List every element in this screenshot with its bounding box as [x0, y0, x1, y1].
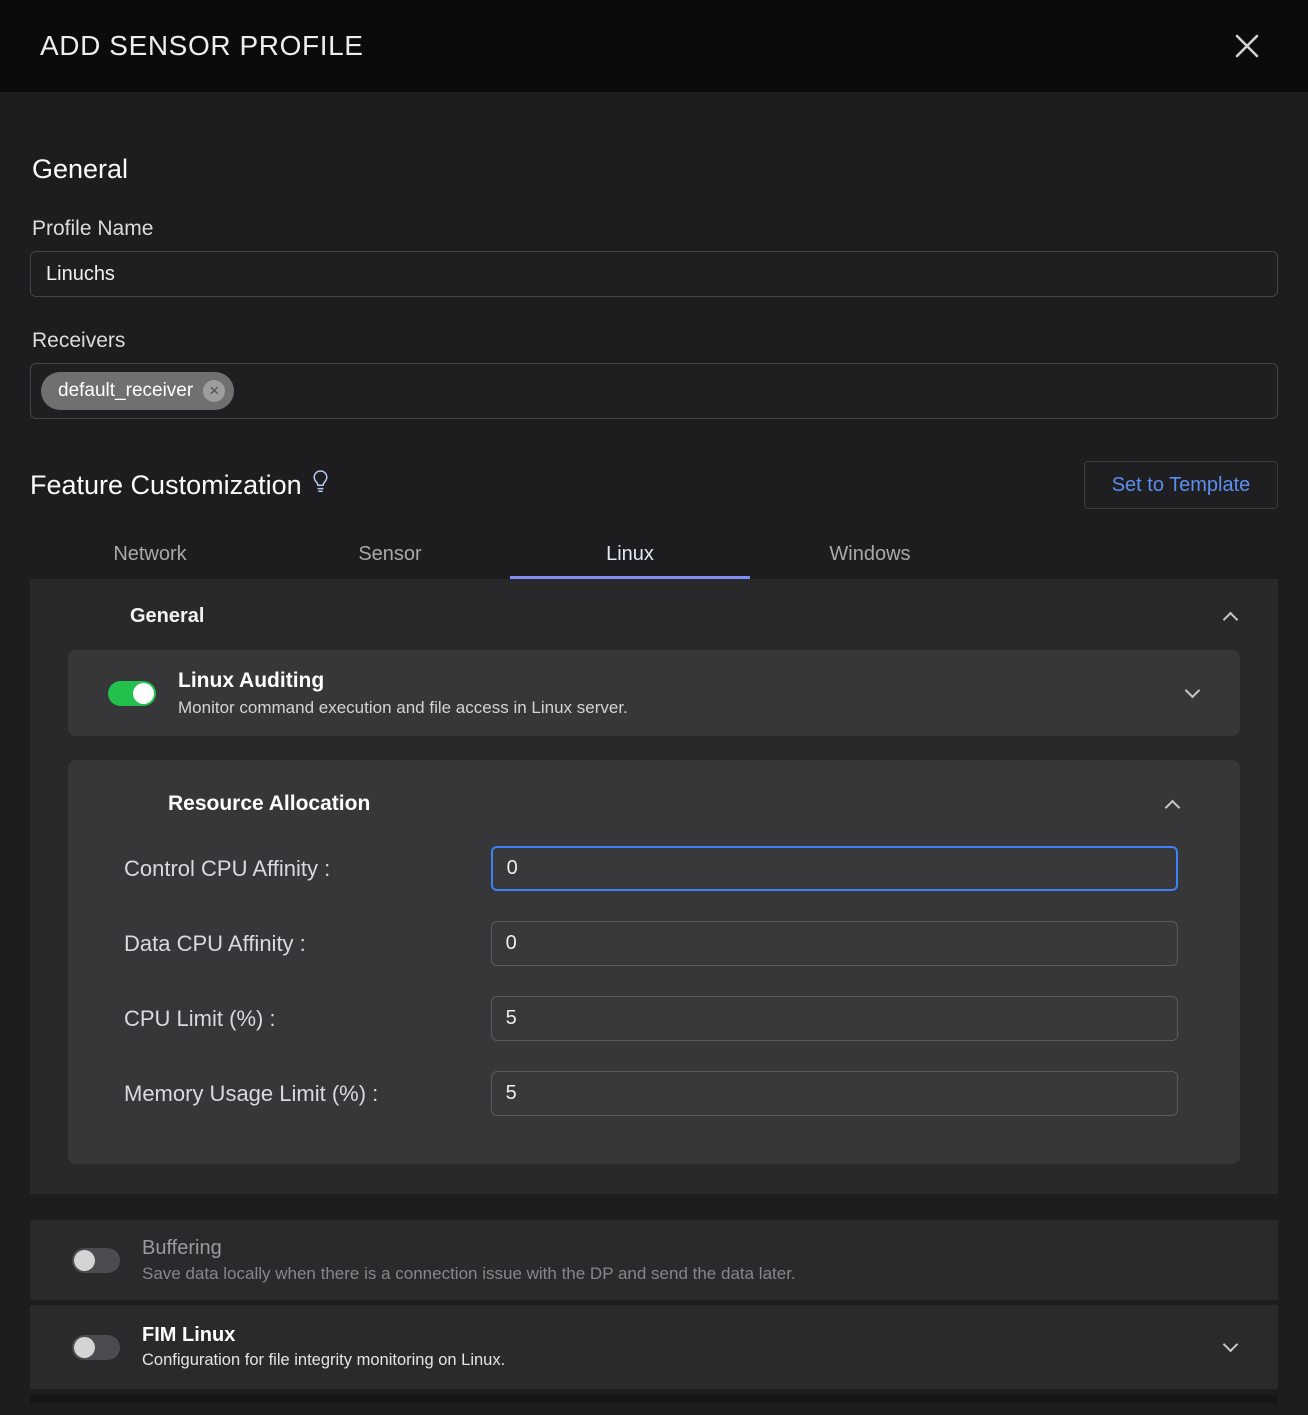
general-heading: General	[32, 154, 1278, 185]
control-cpu-affinity-row: Control CPU Affinity :	[124, 846, 1178, 891]
cpu-limit-row: CPU Limit (%) :	[124, 996, 1178, 1041]
data-cpu-affinity-row: Data CPU Affinity :	[124, 921, 1178, 966]
receivers-input[interactable]: default_receiver ×	[30, 363, 1278, 419]
linux-auditing-card: Linux Auditing Monitor command execution…	[68, 650, 1240, 736]
cpu-limit-input[interactable]	[491, 996, 1178, 1041]
buffering-toggle[interactable]	[72, 1248, 120, 1273]
receivers-label: Receivers	[32, 329, 1278, 353]
control-cpu-affinity-label: Control CPU Affinity :	[124, 856, 491, 882]
modal-header: ADD SENSOR PROFILE	[0, 0, 1308, 92]
chip-remove-icon[interactable]: ×	[203, 380, 225, 402]
profile-name-label: Profile Name	[32, 217, 1278, 241]
fim-linux-toggle[interactable]	[72, 1335, 120, 1360]
close-icon[interactable]	[1230, 29, 1264, 63]
feature-tabs: Network Sensor Linux Windows	[30, 533, 1278, 579]
tab-sensor[interactable]: Sensor	[270, 533, 510, 579]
data-cpu-affinity-input[interactable]	[491, 921, 1178, 966]
fim-linux-desc: Configuration for file integrity monitor…	[142, 1351, 505, 1370]
feature-customization-heading: Feature Customization	[30, 469, 329, 502]
buffering-card: Buffering Save data locally when there i…	[30, 1220, 1278, 1300]
panel-general-section-title: General	[130, 605, 204, 628]
data-cpu-affinity-label: Data CPU Affinity :	[124, 931, 491, 957]
lightbulb-icon	[312, 469, 329, 502]
chevron-down-icon[interactable]	[1223, 1337, 1239, 1353]
control-cpu-affinity-input[interactable]	[491, 846, 1178, 891]
tab-windows[interactable]: Windows	[750, 533, 990, 579]
modal-body: General Profile Name Receivers default_r…	[0, 154, 1308, 1403]
chevron-down-icon[interactable]	[1185, 683, 1201, 699]
cpu-limit-label: CPU Limit (%) :	[124, 1006, 491, 1032]
bottom-divider	[30, 1395, 1278, 1403]
modal-title: ADD SENSOR PROFILE	[40, 30, 364, 62]
memory-usage-limit-label: Memory Usage Limit (%) :	[124, 1081, 491, 1107]
linux-auditing-desc: Monitor command execution and file acces…	[178, 698, 628, 718]
chevron-up-icon[interactable]	[1165, 799, 1181, 815]
resource-allocation-card: Resource Allocation Control CPU Affinity…	[68, 760, 1240, 1164]
feature-customization-label: Feature Customization	[30, 470, 302, 501]
toggle-knob	[74, 1250, 95, 1271]
memory-usage-limit-input[interactable]	[491, 1071, 1178, 1116]
receiver-chip-label: default_receiver	[58, 380, 193, 402]
chevron-up-icon[interactable]	[1223, 612, 1239, 628]
resource-allocation-title: Resource Allocation	[168, 792, 370, 816]
fim-linux-card: FIM Linux Configuration for file integri…	[30, 1305, 1278, 1389]
buffering-desc: Save data locally when there is a connec…	[142, 1264, 796, 1284]
toggle-knob	[74, 1337, 95, 1358]
buffering-title: Buffering	[142, 1237, 796, 1260]
tab-linux[interactable]: Linux	[510, 533, 750, 579]
fim-linux-title: FIM Linux	[142, 1324, 505, 1347]
memory-usage-limit-row: Memory Usage Limit (%) :	[124, 1071, 1178, 1116]
tab-network[interactable]: Network	[30, 533, 270, 579]
profile-name-input[interactable]	[30, 251, 1278, 297]
linux-auditing-title: Linux Auditing	[178, 669, 628, 693]
set-to-template-button[interactable]: Set to Template	[1084, 461, 1278, 509]
toggle-knob	[133, 683, 154, 704]
receiver-chip[interactable]: default_receiver ×	[41, 372, 234, 410]
linux-auditing-toggle[interactable]	[108, 681, 156, 706]
linux-tab-panel: General Linux Auditing Monitor command e…	[30, 579, 1278, 1194]
